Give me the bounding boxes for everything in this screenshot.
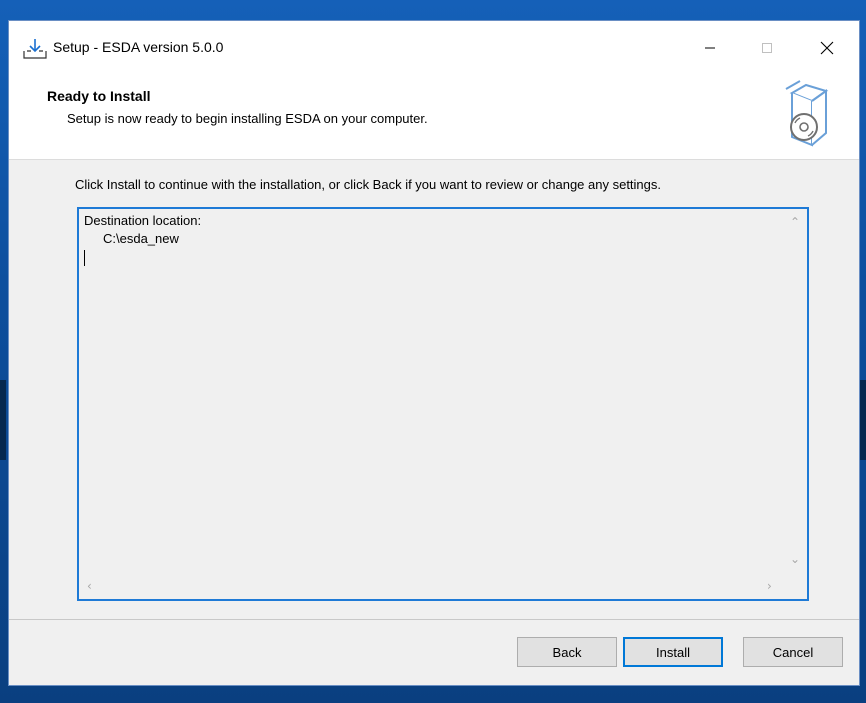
horizontal-scrollbar[interactable]: ‹ › [79, 577, 785, 599]
install-button[interactable]: Install [623, 637, 723, 667]
window-title: Setup - ESDA version 5.0.0 [53, 39, 224, 55]
desktop-edge-right [860, 380, 866, 460]
scroll-left-arrow-icon[interactable]: ‹ [87, 579, 92, 593]
scroll-up-arrow-icon[interactable]: ⌃ [790, 215, 800, 229]
desktop-edge-left [0, 380, 6, 460]
cancel-button[interactable]: Cancel [743, 637, 843, 667]
maximize-button [744, 21, 790, 75]
title-bar[interactable]: Setup - ESDA version 5.0.0 [9, 21, 859, 75]
instruction-text: Click Install to continue with the insta… [75, 177, 662, 192]
back-button[interactable]: Back [517, 637, 617, 667]
page-title: Ready to Install [47, 88, 151, 104]
setup-window: Setup - ESDA version 5.0.0 Ready to Inst… [8, 20, 860, 686]
memo-line-destination-path: C:\esda_new [103, 231, 179, 246]
page-subtitle: Setup is now ready to begin installing E… [67, 111, 428, 126]
text-caret [84, 250, 85, 266]
close-button[interactable] [804, 21, 850, 75]
wizard-header: Ready to Install Setup is now ready to b… [9, 75, 859, 160]
minimize-button[interactable] [687, 21, 733, 75]
minimize-icon [705, 47, 715, 49]
maximize-icon [762, 43, 772, 53]
install-download-icon [23, 38, 47, 60]
ready-memo-textbox[interactable]: Destination location: C:\esda_new ⌃ ⌄ ‹ … [77, 207, 809, 601]
scrollbar-corner [785, 577, 807, 599]
close-icon [820, 41, 834, 55]
vertical-scrollbar[interactable]: ⌃ ⌄ [785, 209, 807, 579]
footer-divider [9, 619, 859, 620]
memo-line-destination-label: Destination location: [84, 213, 202, 228]
software-box-cd-icon [778, 79, 834, 149]
scroll-down-arrow-icon[interactable]: ⌄ [790, 552, 800, 566]
scroll-right-arrow-icon[interactable]: › [767, 579, 772, 593]
